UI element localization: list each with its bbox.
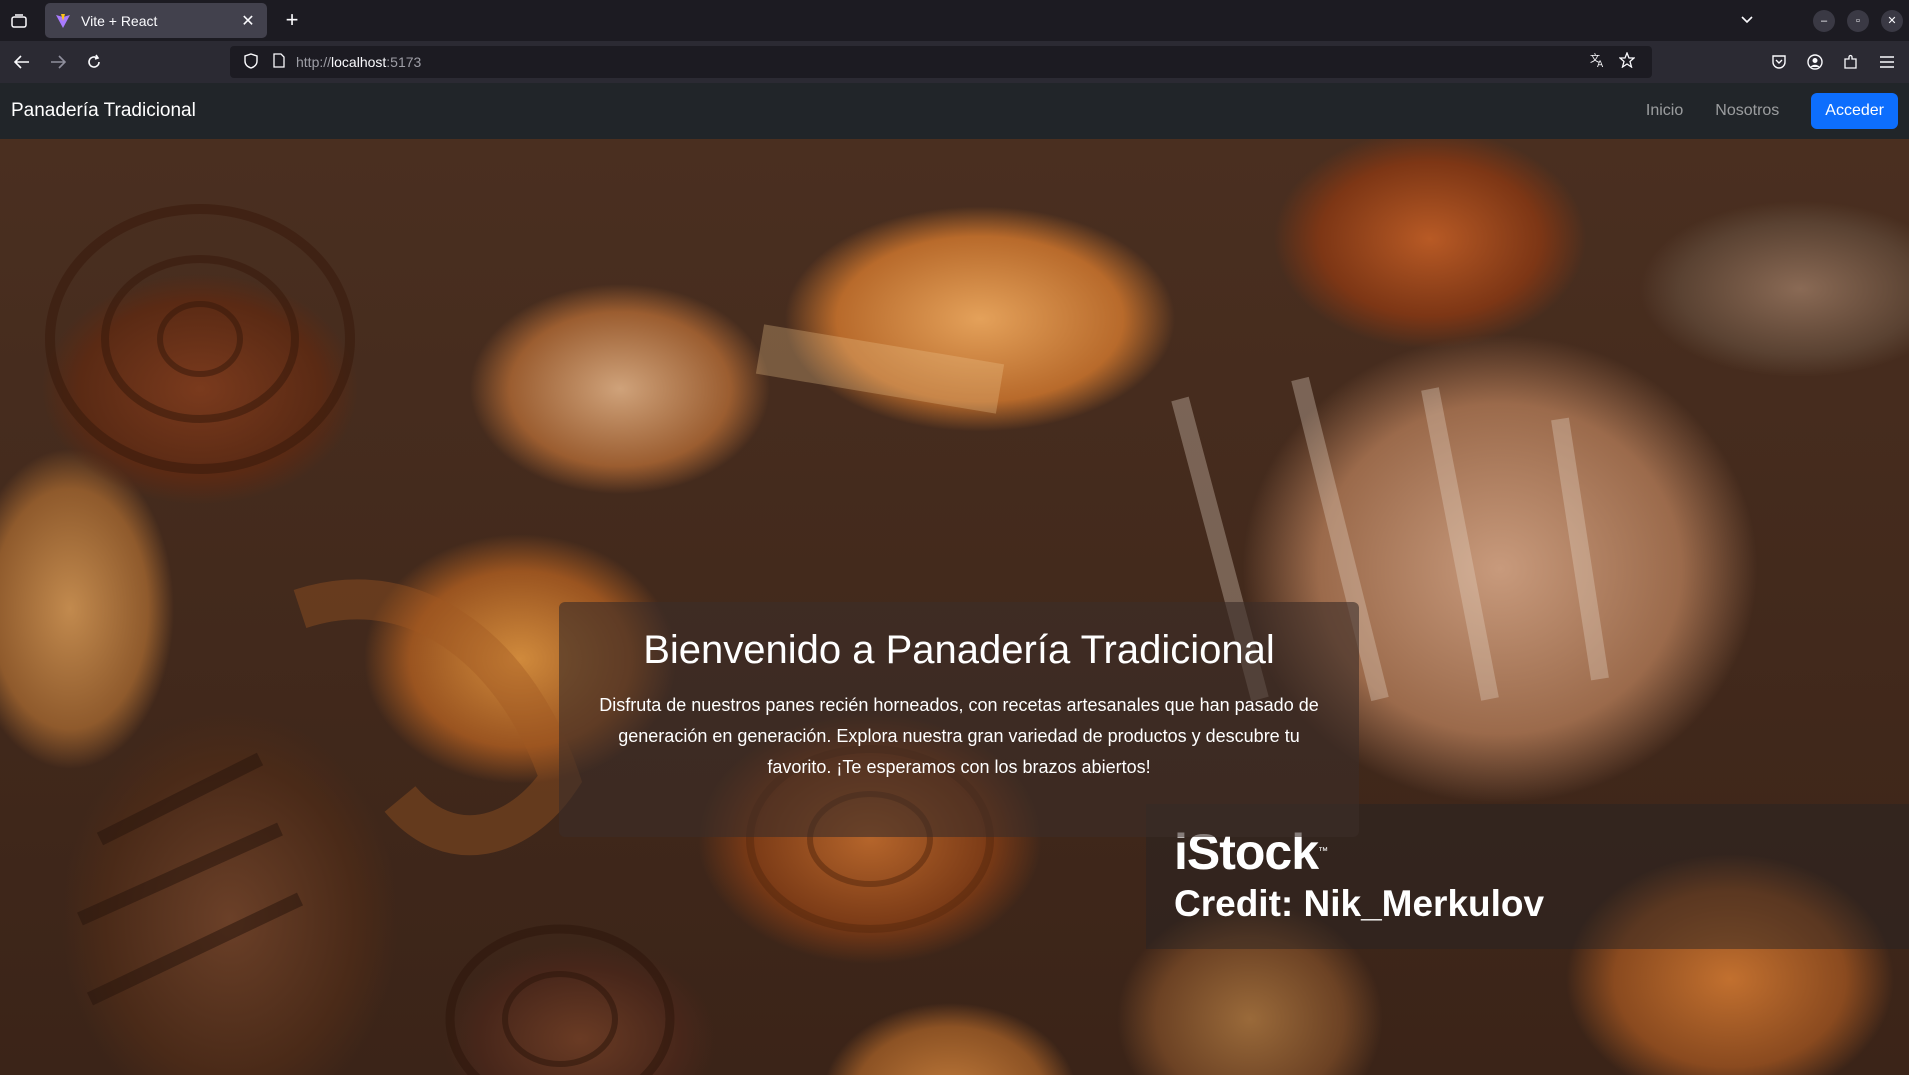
account-icon[interactable]	[1797, 44, 1833, 80]
site-navbar: Panadería Tradicional Inicio Nosotros Ac…	[0, 83, 1909, 139]
minimize-window-button[interactable]: –	[1813, 9, 1835, 32]
web-page: Panadería Tradicional Inicio Nosotros Ac…	[0, 83, 1909, 1075]
tab-title: Vite + React	[81, 12, 158, 29]
pocket-icon[interactable]	[1761, 44, 1797, 80]
chevron-down-icon[interactable]	[1727, 12, 1767, 30]
welcome-card: Bienvenido a Panadería Tradicional Disfr…	[559, 602, 1359, 837]
menu-hamburger-icon[interactable]	[1869, 44, 1905, 80]
browser-tab-bar: Vite + React ✕ + – ▫ ✕	[0, 0, 1909, 41]
hero-title: Bienvenido a Panadería Tradicional	[643, 628, 1275, 672]
hero-section: Bienvenido a Panadería Tradicional Disfr…	[0, 139, 1909, 1075]
login-button[interactable]: Acceder	[1811, 93, 1898, 129]
tab-list-icon[interactable]	[0, 0, 38, 41]
back-arrow-icon[interactable]	[4, 44, 40, 80]
url-bar[interactable]: http://localhost:5173 文A	[230, 46, 1652, 78]
extensions-icon[interactable]	[1833, 44, 1869, 80]
shield-icon[interactable]	[240, 52, 262, 72]
tab-close-icon[interactable]: ✕	[239, 11, 257, 31]
restore-window-button[interactable]: ▫	[1847, 9, 1869, 32]
hero-description: Disfruta de nuestros panes recién hornea…	[599, 695, 1319, 777]
translate-icon[interactable]: 文A	[1582, 52, 1612, 72]
bookmark-star-icon[interactable]	[1612, 51, 1642, 72]
vite-logo-icon	[55, 13, 71, 29]
page-info-icon[interactable]	[268, 53, 290, 71]
browser-tab-active[interactable]: Vite + React ✕	[45, 3, 267, 38]
nav-link-inicio[interactable]: Inicio	[1646, 102, 1683, 120]
browser-navigation-bar: http://localhost:5173 文A	[0, 41, 1909, 83]
site-brand[interactable]: Panadería Tradicional	[11, 100, 1646, 122]
svg-text:A: A	[1597, 60, 1604, 68]
photo-credit: Credit: Nik_Merkulov	[1174, 883, 1545, 924]
new-tab-button[interactable]: +	[278, 7, 306, 35]
close-window-button[interactable]: ✕	[1881, 9, 1903, 32]
reload-icon[interactable]	[76, 44, 112, 80]
forward-arrow-icon[interactable]	[40, 44, 76, 80]
nav-link-nosotros[interactable]: Nosotros	[1715, 102, 1779, 120]
url-text[interactable]: http://localhost:5173	[296, 54, 1582, 70]
